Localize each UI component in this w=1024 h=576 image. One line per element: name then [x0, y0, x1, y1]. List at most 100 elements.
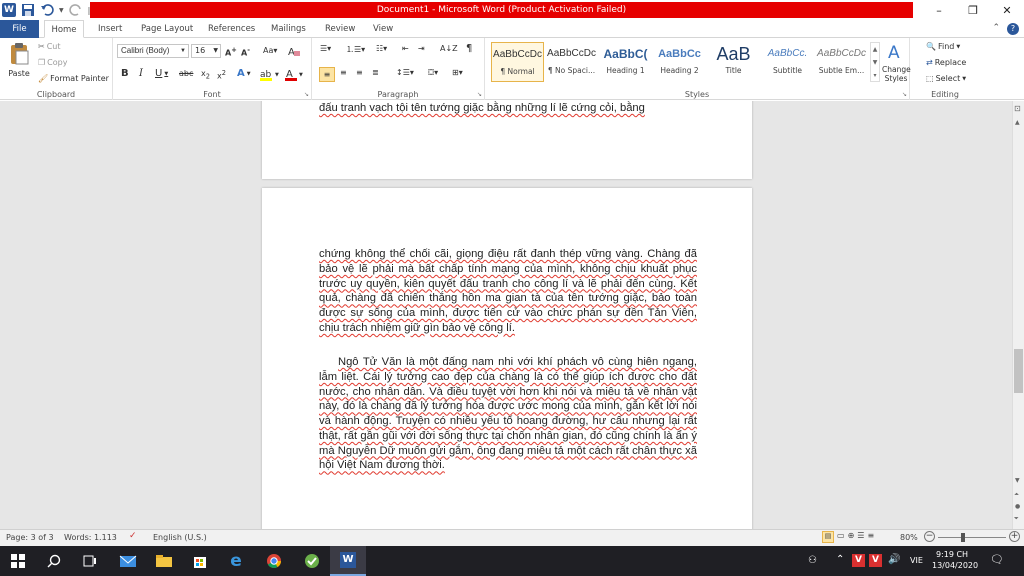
word-count[interactable]: Words: 1.113	[64, 533, 117, 542]
clear-formatting-button[interactable]: A	[287, 45, 301, 57]
language[interactable]: English (U.S.)	[153, 533, 207, 542]
help-icon[interactable]: ?	[1007, 23, 1019, 35]
strikethrough-button[interactable]: abc	[179, 69, 193, 78]
word-taskbar-button[interactable]: W	[330, 546, 366, 576]
print-layout-view-icon[interactable]: ▤	[822, 531, 834, 543]
format-painter-button[interactable]: 🖌 Format Painter	[38, 74, 109, 83]
tab-insert[interactable]: Insert	[98, 20, 122, 38]
chrome-browser-button[interactable]	[256, 546, 292, 576]
style-subtitle[interactable]: AaBbCc. Subtitle	[761, 42, 814, 82]
style-heading-1[interactable]: AaBbC( Heading 1	[599, 42, 652, 82]
zoom-out-icon[interactable]: −	[924, 531, 935, 542]
edge-browser-button[interactable]: e	[218, 546, 254, 576]
decrease-indent-button[interactable]: ⇤	[402, 44, 409, 53]
tab-home[interactable]: Home	[44, 20, 84, 38]
page-2-last-line[interactable]: đấu tranh vạch tội tên tướng giặc bằng n…	[319, 101, 697, 116]
task-view-button[interactable]	[72, 546, 108, 576]
paragraph-2[interactable]: Ngô Tử Văn là một đấng nam nhi với khí p…	[319, 355, 697, 473]
line-spacing-button[interactable]: ↕☰▾	[396, 68, 414, 77]
show-marks-button[interactable]: ¶	[466, 43, 472, 54]
close-button[interactable]: ✕	[990, 0, 1024, 20]
bold-button[interactable]: B	[121, 68, 129, 79]
font-color-button[interactable]: A ▼	[285, 68, 303, 82]
dialog-launcher-icon[interactable]: ↘	[477, 91, 482, 98]
document-canvas[interactable]: đấu tranh vạch tội tên tướng giặc bằng n…	[0, 101, 1012, 529]
show-hidden-icons[interactable]: ⌃	[836, 554, 844, 565]
scroll-down-icon[interactable]: ▼	[1015, 477, 1020, 484]
increase-indent-button[interactable]: ⇥	[418, 44, 425, 53]
style-normal[interactable]: AaBbCcDc ¶ Normal	[491, 42, 544, 82]
styles-scroll[interactable]: ▲ ▼ ▾	[870, 42, 880, 82]
tab-page-layout[interactable]: Page Layout	[141, 20, 193, 38]
tab-review[interactable]: Review	[325, 20, 355, 38]
tab-mailings[interactable]: Mailings	[271, 20, 306, 38]
text-effects-button[interactable]: A ▼	[237, 68, 251, 79]
change-styles-button[interactable]: A Change Styles	[882, 42, 911, 83]
store-app-button[interactable]	[182, 546, 218, 576]
minimize-button[interactable]: –	[922, 0, 956, 20]
change-case-button[interactable]: Aa▾	[263, 46, 277, 55]
volume-icon[interactable]: 🔊	[888, 554, 900, 565]
restore-button[interactable]: ❐	[956, 0, 990, 20]
paste-button[interactable]: Paste	[6, 42, 32, 82]
shrink-font-button[interactable]: A-	[241, 46, 250, 58]
bullets-button[interactable]: ☰▾	[320, 44, 331, 53]
zoom-slider-thumb[interactable]	[961, 533, 965, 542]
outline-view-icon[interactable]: ☰	[857, 531, 864, 543]
align-center-button[interactable]: ≡	[340, 68, 347, 77]
font-size-select[interactable]: 16 ▼	[191, 44, 221, 58]
search-button[interactable]	[36, 546, 72, 576]
input-language[interactable]: VIE	[910, 556, 923, 565]
tab-view[interactable]: View	[373, 20, 393, 38]
style-no-spacing[interactable]: AaBbCcDc ¶ No Spaci...	[545, 42, 598, 82]
redo-icon[interactable]	[68, 3, 83, 17]
ribbon-collapse-icon[interactable]: ⌃	[992, 23, 1000, 33]
zoom-in-icon[interactable]: +	[1009, 531, 1020, 542]
file-explorer-button[interactable]	[146, 546, 182, 576]
superscript-button[interactable]: x2	[217, 69, 226, 81]
dialog-launcher-icon[interactable]: ↘	[304, 91, 309, 98]
app-button[interactable]	[294, 546, 330, 576]
mail-app-button[interactable]	[110, 546, 146, 576]
full-screen-view-icon[interactable]: ▭	[837, 531, 845, 543]
shading-button[interactable]: ⛋▾	[428, 68, 438, 78]
previous-page-icon[interactable]: ⏶	[1014, 491, 1019, 499]
vietkey-red-icon[interactable]: V	[852, 554, 865, 567]
word-app-icon[interactable]: W	[2, 3, 16, 17]
web-layout-view-icon[interactable]: ⊕	[848, 531, 855, 543]
find-button[interactable]: 🔍 Find ▼	[926, 42, 960, 51]
scroll-up-icon[interactable]: ▲	[1015, 119, 1020, 126]
style-subtle-emphasis[interactable]: AaBbCcDc Subtle Em...	[815, 42, 868, 82]
italic-button[interactable]: I	[139, 68, 143, 79]
copy-button[interactable]: ❐ Copy	[38, 58, 67, 67]
people-icon[interactable]: ⚇	[808, 555, 817, 566]
numbering-button[interactable]: ⒈☰▾	[346, 44, 365, 55]
sort-button[interactable]: A↓Z	[440, 44, 458, 53]
zoom-level[interactable]: 80%	[900, 533, 918, 542]
start-button[interactable]	[0, 546, 36, 576]
tab-file[interactable]: File	[0, 20, 39, 38]
page-count[interactable]: Page: 3 of 3	[6, 533, 54, 542]
zoom-slider[interactable]	[938, 533, 1006, 542]
vertical-scrollbar[interactable]: ⊡ ▲ ▼ ⏶ ● ⏷	[1012, 101, 1024, 529]
scroll-thumb[interactable]	[1014, 349, 1023, 393]
justify-button[interactable]: ≣	[372, 68, 379, 77]
replace-button[interactable]: ⇄ Replace	[926, 58, 966, 67]
undo-dropdown-icon[interactable]: ▼	[59, 7, 64, 14]
select-button[interactable]: ⬚ Select ▼	[926, 74, 966, 83]
undo-icon[interactable]	[40, 3, 54, 17]
style-title[interactable]: AaB Title	[707, 42, 760, 82]
style-heading-2[interactable]: AaBbCc Heading 2	[653, 42, 706, 82]
subscript-button[interactable]: x2	[201, 69, 210, 81]
grow-font-button[interactable]: A+	[225, 46, 237, 58]
multilevel-list-button[interactable]: ☷▾	[376, 44, 387, 53]
proofing-icon[interactable]: ✓	[129, 531, 137, 541]
font-name-select[interactable]: Calibri (Body) ▼	[117, 44, 189, 58]
align-left-button[interactable]: ≡	[319, 67, 335, 82]
notification-button[interactable]: 🗨 1	[990, 553, 1004, 566]
underline-button[interactable]: U ▼	[155, 68, 168, 79]
tab-references[interactable]: References	[208, 20, 255, 38]
cut-button[interactable]: ✂ Cut	[38, 42, 61, 51]
browse-object-icon[interactable]: ●	[1015, 503, 1020, 510]
borders-button[interactable]: ⊞▾	[452, 68, 463, 77]
